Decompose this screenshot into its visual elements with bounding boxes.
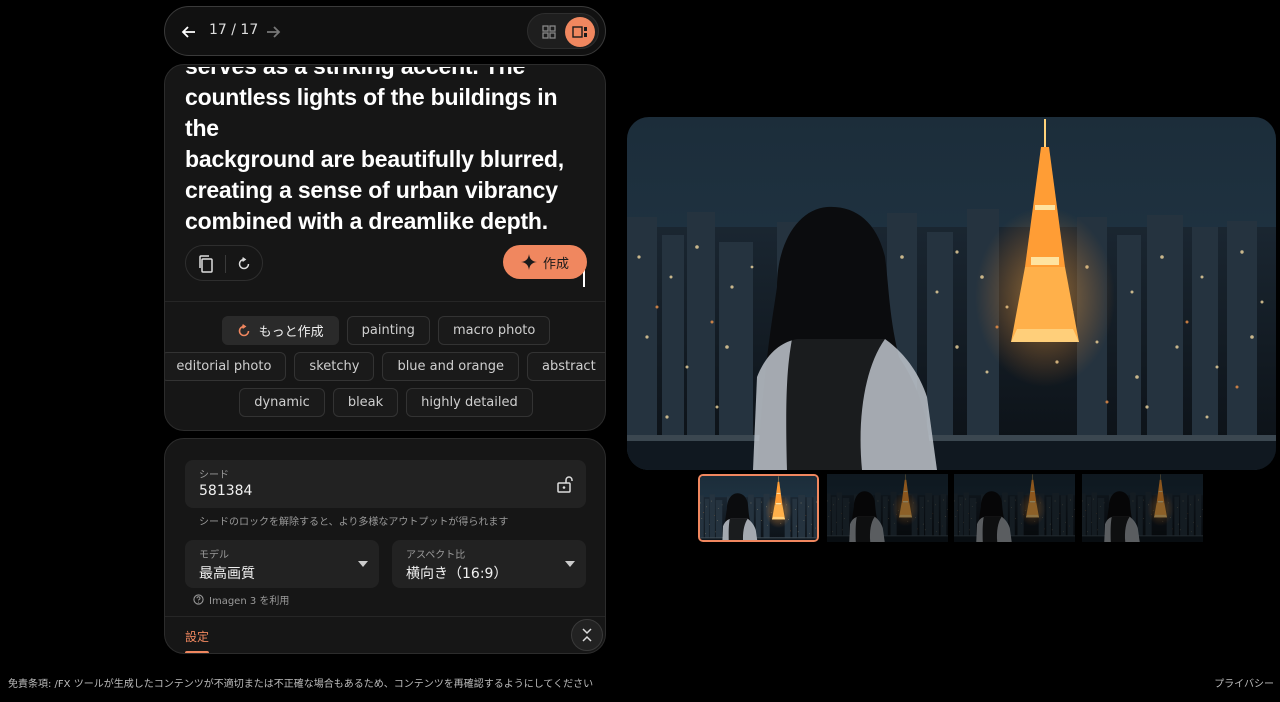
forward-button[interactable] [261,20,285,44]
divider [165,301,605,302]
image-content [627,117,1276,470]
chip-abstract[interactable]: abstract [527,352,605,381]
unlock-icon [557,476,573,493]
create-button[interactable]: 作成 [503,245,587,279]
model-select[interactable]: モデル 最高画質 [185,540,379,588]
image-counter: 17 / 17 [209,22,259,38]
collapse-icon [582,628,592,642]
copy-button[interactable] [194,252,218,276]
divider [165,616,605,617]
divider [225,255,226,273]
aspect-ratio-select[interactable]: アスペクト比 横向き（16:9） [392,540,586,588]
chip-row: dynamic bleak highly detailed [165,388,605,417]
privacy-link[interactable]: プライバシー [1214,675,1274,690]
create-label: 作成 [542,256,569,272]
view-toggle [527,13,599,49]
seed-value: 581384 [199,483,253,499]
chip-painting[interactable]: painting [346,316,430,345]
thumbnail-4[interactable] [1082,474,1203,542]
arrow-right-icon [267,26,281,38]
dropdown-arrow-icon [564,558,576,570]
chip-row: もっと作成 painting macro photo [165,316,605,345]
collapse-button[interactable] [571,619,603,651]
copy-icon [199,255,213,273]
seed-lock-toggle[interactable] [554,473,576,495]
settings-panel: シード 581384 シードのロックを解除すると、より多様なアウトプットが得られ… [164,438,606,654]
grid-view-icon [542,25,556,39]
disclaimer-text: 免責条項: /FX ツールが生成したコンテンツが不適切または不正確な場合もあるた… [8,679,594,690]
back-button[interactable] [177,20,201,44]
prompt-actions [185,245,263,281]
arrow-left-icon [181,26,195,38]
seed-hint: シードのロックを解除すると、より多様なアウトプットが得られます [199,517,509,528]
prompt-textarea[interactable]: serves as a striking accent. The countle… [185,67,595,237]
model-value: 最高画質 [199,566,255,582]
aspect-label: アスペクト比 [406,550,466,561]
sparkle-icon [520,254,537,270]
model-label: モデル [199,550,229,561]
single-view-button[interactable] [565,17,595,47]
chip-blue-and-orange[interactable]: blue and orange [382,352,520,381]
chip-dynamic[interactable]: dynamic [239,388,325,417]
generated-image[interactable] [627,117,1276,470]
tab-settings[interactable]: 設定 [185,628,209,645]
imagen-hint: Imagen 3 を利用 [193,592,289,607]
refresh-icon [238,323,249,336]
grid-view-button[interactable] [536,19,562,45]
single-view-icon [572,26,587,38]
aspect-value: 横向き（16:9） [406,566,508,582]
prompt-panel: serves as a striking accent. The countle… [164,64,606,431]
chip-row: editorial photo sketchy blue and orange … [165,352,605,381]
active-tab-indicator [185,651,209,653]
dropdown-arrow-icon [357,558,369,570]
help-icon [193,594,204,605]
reset-button[interactable] [232,252,256,276]
chip-editorial-photo[interactable]: editorial photo [165,352,287,381]
more-create-chip[interactable]: もっと作成 [221,316,339,345]
chip-sketchy[interactable]: sketchy [294,352,375,381]
thumbnail-1[interactable] [698,474,819,542]
chip-bleak[interactable]: bleak [332,388,399,417]
refresh-icon [238,257,250,270]
chip-highly-detailed[interactable]: highly detailed [406,388,533,417]
seed-label: シード [199,470,229,481]
thumbnail-2[interactable] [827,474,948,542]
seed-field[interactable]: シード 581384 [185,460,586,508]
prompt-text: serves as a striking accent. The countle… [185,67,564,234]
style-chips: もっと作成 painting macro photo editorial pho… [165,316,605,424]
thumbnail-3[interactable] [954,474,1075,542]
chip-macro-photo[interactable]: macro photo [437,316,551,345]
image-pager: 17 / 17 [164,6,606,56]
